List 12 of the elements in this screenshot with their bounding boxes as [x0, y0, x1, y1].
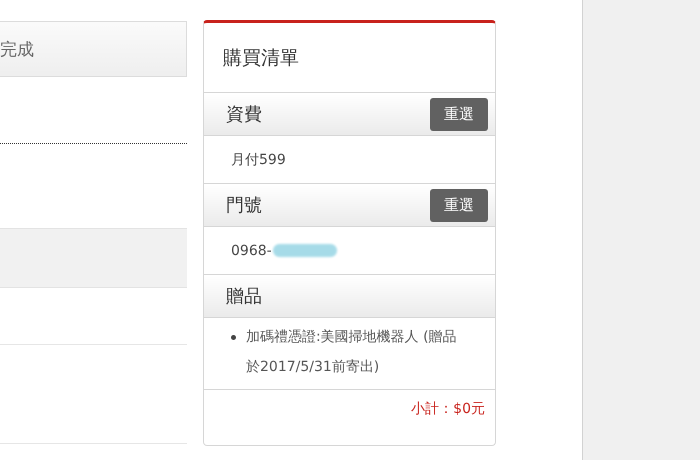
bullet-icon [231, 335, 236, 340]
section-value: 0968- [231, 242, 272, 258]
step-label: 完成 [0, 38, 34, 60]
section-value: 月付599 [231, 150, 286, 168]
section-heading: 贈品 [226, 285, 262, 308]
section-heading: 門號 [226, 194, 262, 217]
redaction-mark [272, 244, 337, 257]
reset-button[interactable]: 重選 [430, 188, 488, 222]
gift-item: 加碼禮憑證:美國掃地機器人 (贈品於2017/5/31前寄出) [246, 328, 458, 377]
reset-button[interactable]: 重選 [430, 98, 488, 130]
subtotal: 小計：$0元 [410, 400, 486, 418]
section-heading: 資費 [226, 103, 262, 126]
